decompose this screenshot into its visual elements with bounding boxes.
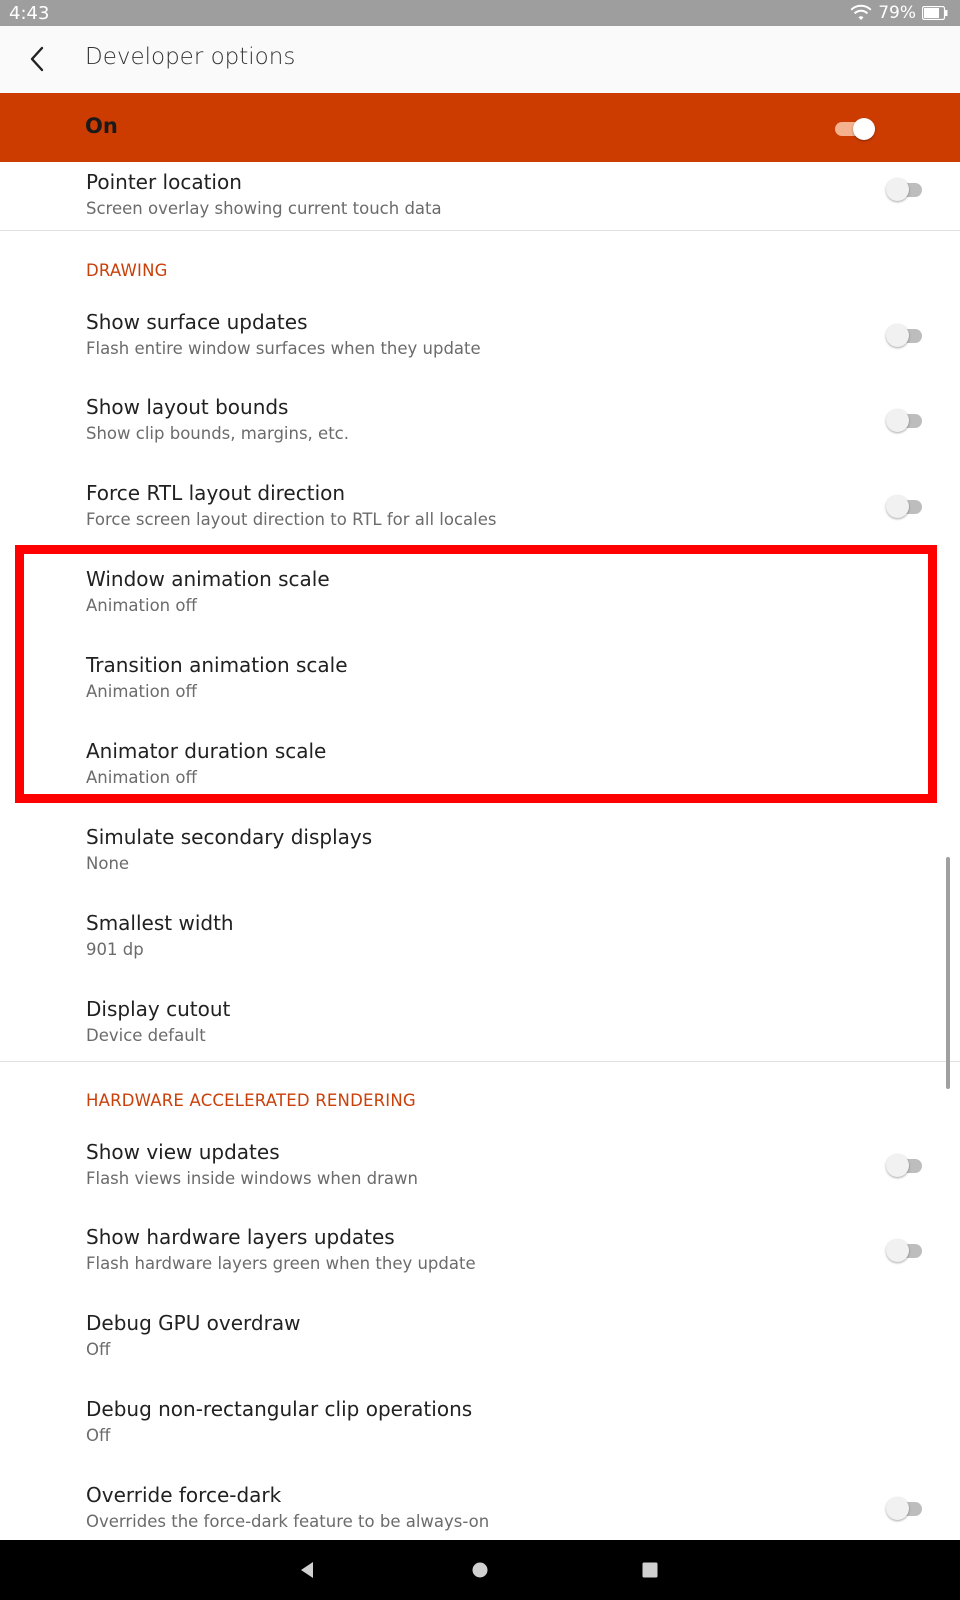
toggle-switch[interactable] [886, 495, 926, 519]
setting-summary: Animation off [86, 596, 197, 615]
nav-home-circle-icon [472, 1562, 488, 1578]
scrollbar[interactable] [946, 857, 950, 1089]
setting-override-force-dark[interactable]: Override force-dark Overrides the force-… [0, 1476, 940, 1540]
back-chevron-icon [30, 46, 44, 72]
status-time: 4:43 [9, 3, 50, 24]
toggle-switch[interactable] [886, 324, 926, 348]
setting-summary: Off [86, 1340, 111, 1359]
battery-icon [922, 6, 948, 20]
nav-home-button[interactable] [460, 1550, 500, 1590]
status-indicators: 79% [850, 3, 948, 23]
setting-show-layout-bounds[interactable]: Show layout bounds Show clip bounds, mar… [0, 388, 940, 472]
setting-force-rtl-layout[interactable]: Force RTL layout direction Force screen … [0, 474, 940, 558]
setting-animator-duration-scale[interactable]: Animator duration scale Animation off [0, 732, 940, 816]
divider [0, 230, 960, 231]
toggle-switch[interactable] [886, 178, 926, 202]
setting-smallest-width[interactable]: Smallest width 901 dp [0, 904, 940, 988]
setting-debug-gpu-overdraw[interactable]: Debug GPU overdraw Off [0, 1304, 940, 1388]
setting-summary: 901 dp [86, 940, 144, 959]
page-title: Developer options [85, 44, 296, 70]
setting-title: Display cutout [86, 997, 231, 1021]
setting-transition-animation-scale[interactable]: Transition animation scale Animation off [0, 646, 940, 730]
master-toggle-switch[interactable] [833, 116, 875, 140]
master-switch-label: On [85, 114, 118, 138]
setting-summary: None [86, 854, 130, 873]
setting-title: Force RTL layout direction [86, 481, 346, 505]
nav-recents-square-icon [642, 1562, 658, 1578]
back-button[interactable] [14, 36, 60, 82]
setting-window-animation-scale[interactable]: Window animation scale Animation off [0, 560, 940, 644]
toggle-switch[interactable] [886, 409, 926, 433]
setting-summary: Flash hardware layers green when they up… [86, 1254, 476, 1273]
section-header-drawing: DRAWING [86, 261, 168, 280]
setting-pointer-location[interactable]: Pointer location Screen overlay showing … [0, 162, 940, 230]
setting-summary: Force screen layout direction to RTL for… [86, 510, 497, 529]
setting-summary: Flash views inside windows when drawn [86, 1169, 418, 1188]
setting-title: Override force-dark [86, 1483, 282, 1507]
status-bar: 4:43 79% [0, 0, 960, 26]
setting-title: Debug non-rectangular clip operations [86, 1397, 473, 1421]
battery-percent: 79% [878, 3, 916, 23]
setting-summary: Flash entire window surfaces when they u… [86, 339, 481, 358]
toggle-thumb [853, 118, 875, 140]
navigation-bar [0, 1540, 960, 1600]
toggle-switch[interactable] [886, 1239, 926, 1263]
setting-title: Show surface updates [86, 310, 308, 334]
setting-summary: Device default [86, 1026, 206, 1045]
divider [0, 1061, 960, 1062]
setting-summary: Screen overlay showing current touch dat… [86, 199, 442, 218]
setting-title: Transition animation scale [86, 653, 348, 677]
setting-summary: Animation off [86, 768, 197, 787]
setting-debug-non-rectangular-clip[interactable]: Debug non-rectangular clip operations Of… [0, 1390, 940, 1474]
setting-title: Pointer location [86, 170, 242, 194]
setting-show-view-updates[interactable]: Show view updates Flash views inside win… [0, 1132, 940, 1216]
setting-show-surface-updates[interactable]: Show surface updates Flash entire window… [0, 302, 940, 386]
section-header-hardware-accelerated-rendering: HARDWARE ACCELERATED RENDERING [86, 1091, 416, 1110]
setting-title: Show hardware layers updates [86, 1225, 395, 1249]
setting-summary: Show clip bounds, margins, etc. [86, 424, 349, 443]
setting-simulate-secondary-displays[interactable]: Simulate secondary displays None [0, 818, 940, 902]
setting-title: Show view updates [86, 1140, 280, 1164]
setting-title: Simulate secondary displays [86, 825, 373, 849]
nav-back-triangle-icon [301, 1562, 313, 1578]
setting-title: Animator duration scale [86, 739, 327, 763]
toggle-switch[interactable] [886, 1497, 926, 1521]
master-switch-bar[interactable]: On [0, 93, 960, 162]
setting-title: Window animation scale [86, 567, 330, 591]
nav-back-button[interactable] [287, 1550, 327, 1590]
setting-show-hardware-layers-updates[interactable]: Show hardware layers updates Flash hardw… [0, 1218, 940, 1302]
setting-summary: Animation off [86, 682, 197, 701]
setting-summary: Overrides the force-dark feature to be a… [86, 1512, 490, 1531]
setting-summary: Off [86, 1426, 111, 1445]
wifi-icon [850, 4, 872, 22]
nav-recents-button[interactable] [630, 1550, 670, 1590]
toolbar: Developer options [0, 26, 960, 93]
toggle-switch[interactable] [886, 1154, 926, 1178]
setting-title: Show layout bounds [86, 395, 289, 419]
setting-title: Debug GPU overdraw [86, 1311, 301, 1335]
setting-title: Smallest width [86, 911, 234, 935]
setting-display-cutout[interactable]: Display cutout Device default [0, 990, 940, 1060]
